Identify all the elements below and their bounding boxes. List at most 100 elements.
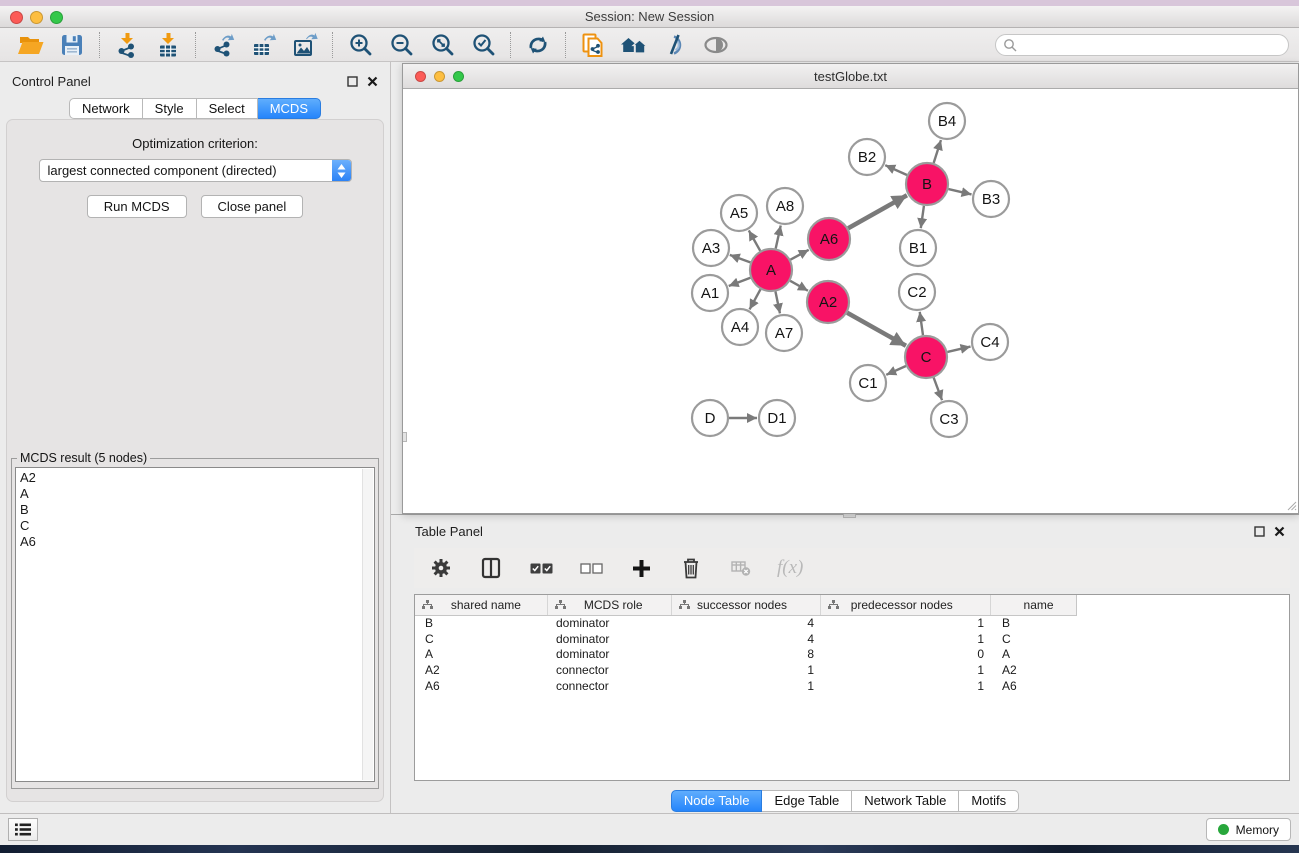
close-panel-icon[interactable]: [1274, 526, 1285, 537]
graph-edge-A-A4[interactable]: [750, 289, 761, 309]
save-session-button[interactable]: [58, 31, 86, 59]
run-mcds-button[interactable]: Run MCDS: [87, 195, 187, 218]
graph-node-B1[interactable]: B1: [900, 230, 936, 266]
column-header-mcds-role[interactable]: MCDS role: [548, 595, 672, 615]
import-table-button[interactable]: [154, 31, 182, 59]
graph-node-B2[interactable]: B2: [849, 139, 885, 175]
zoom-in-button[interactable]: [346, 31, 374, 59]
float-panel-icon[interactable]: [1254, 526, 1265, 537]
table-row[interactable]: Adominator80A: [415, 647, 1289, 663]
graph-node-C3[interactable]: C3: [931, 401, 967, 437]
graph-node-A6[interactable]: A6: [808, 218, 850, 260]
zoom-out-button[interactable]: [387, 31, 415, 59]
tab-style[interactable]: Style: [143, 98, 197, 119]
graph-node-C4[interactable]: C4: [972, 324, 1008, 360]
function-builder-button[interactable]: f(x): [777, 557, 803, 579]
result-item[interactable]: C: [16, 518, 374, 534]
networks-home-button[interactable]: [620, 31, 648, 59]
result-item[interactable]: A: [16, 486, 374, 502]
table-row[interactable]: Cdominator41C: [415, 632, 1289, 648]
graph-node-A2[interactable]: A2: [807, 281, 849, 323]
graph-edge-B-B4[interactable]: [934, 140, 941, 163]
column-header-successor-nodes[interactable]: successor nodes: [672, 595, 822, 615]
graph-edge-A6-B[interactable]: [848, 195, 907, 228]
graph-edge-A-A5[interactable]: [749, 230, 760, 250]
zoom-fit-button[interactable]: [428, 31, 456, 59]
result-item[interactable]: B: [16, 502, 374, 518]
graph-node-D1[interactable]: D1: [759, 400, 795, 436]
tab-node-table[interactable]: Node Table: [671, 790, 763, 812]
task-history-button[interactable]: [8, 818, 38, 841]
close-panel-button[interactable]: Close panel: [201, 195, 304, 218]
graph-edge-C-C1[interactable]: [886, 366, 906, 375]
search-field[interactable]: [995, 34, 1289, 56]
result-list-scrollbar[interactable]: [362, 469, 373, 780]
hide-graphics-details-button[interactable]: [661, 31, 689, 59]
export-network-button[interactable]: [209, 31, 237, 59]
memory-button[interactable]: Memory: [1206, 818, 1291, 841]
search-input[interactable]: [1017, 36, 1288, 54]
zoom-selected-button[interactable]: [469, 31, 497, 59]
split-columns-button[interactable]: [477, 554, 505, 582]
float-panel-icon[interactable]: [347, 76, 358, 87]
show-columns-button[interactable]: [527, 554, 555, 582]
graph-node-B3[interactable]: B3: [973, 181, 1009, 217]
graph-edge-C-C2[interactable]: [920, 312, 923, 335]
window-edge-grip[interactable]: [403, 432, 407, 442]
graph-node-C2[interactable]: C2: [899, 274, 935, 310]
tab-mcds[interactable]: MCDS: [258, 98, 321, 119]
tab-select[interactable]: Select: [197, 98, 258, 119]
graph-edge-A-A3[interactable]: [730, 255, 751, 263]
tab-motifs[interactable]: Motifs: [959, 790, 1019, 812]
network-canvas[interactable]: A A1 A2 A3 A4 A5 A6 A7 A8 B B1 B2 B3 B4 C C1 C2 C3 C4 D D1: [403, 89, 1298, 512]
graph-edge-A-A7[interactable]: [775, 292, 780, 314]
graph-node-C[interactable]: C: [905, 336, 947, 378]
open-session-button[interactable]: [17, 31, 45, 59]
maximize-window-button[interactable]: [50, 11, 63, 24]
network-graph[interactable]: A A1 A2 A3 A4 A5 A6 A7 A8 B B1 B2 B3 B4 C C1 C2 C3 C4 D D1: [403, 89, 1297, 512]
graph-node-D[interactable]: D: [692, 400, 728, 436]
tab-network-table[interactable]: Network Table: [852, 790, 959, 812]
close-panel-icon[interactable]: [367, 76, 378, 87]
graph-edge-A-A6[interactable]: [790, 250, 808, 260]
graph-node-A8[interactable]: A8: [767, 188, 803, 224]
graph-node-A4[interactable]: A4: [722, 309, 758, 345]
graph-edge-A2-C[interactable]: [847, 313, 906, 346]
close-network-window-button[interactable]: [415, 71, 426, 82]
maximize-network-window-button[interactable]: [453, 71, 464, 82]
show-graphics-details-button[interactable]: [702, 31, 730, 59]
graph-node-A3[interactable]: A3: [693, 230, 729, 266]
graph-edge-B-B3[interactable]: [948, 189, 971, 194]
import-network-button[interactable]: [113, 31, 141, 59]
clone-network-button[interactable]: [579, 31, 607, 59]
table-row[interactable]: Bdominator41B: [415, 616, 1289, 632]
graph-node-A5[interactable]: A5: [721, 195, 757, 231]
graph-edge-B-B2[interactable]: [885, 165, 907, 175]
graph-node-A[interactable]: A: [750, 249, 792, 291]
refresh-layout-button[interactable]: [524, 31, 552, 59]
graph-node-A1[interactable]: A1: [692, 275, 728, 311]
column-header-shared-name[interactable]: shared name: [415, 595, 548, 615]
graph-node-B4[interactable]: B4: [929, 103, 965, 139]
result-item[interactable]: A2: [16, 470, 374, 486]
graph-node-C1[interactable]: C1: [850, 365, 886, 401]
tab-edge-table[interactable]: Edge Table: [762, 790, 852, 812]
criterion-dropdown[interactable]: largest connected component (directed): [39, 159, 352, 182]
table-settings-button[interactable]: [427, 554, 455, 582]
export-table-button[interactable]: [250, 31, 278, 59]
graph-node-B[interactable]: B: [906, 163, 948, 205]
tab-network[interactable]: Network: [69, 98, 143, 119]
table-row[interactable]: A6connector11A6: [415, 679, 1289, 695]
table-row[interactable]: A2connector11A2: [415, 663, 1289, 679]
minimize-window-button[interactable]: [30, 11, 43, 24]
delete-table-button[interactable]: [727, 554, 755, 582]
graph-node-A7[interactable]: A7: [766, 315, 802, 351]
graph-edge-C-C3[interactable]: [934, 378, 942, 401]
hide-columns-button[interactable]: [577, 554, 605, 582]
window-resize-grip[interactable]: [1284, 498, 1297, 511]
column-header-name[interactable]: name: [991, 595, 1076, 615]
close-window-button[interactable]: [10, 11, 23, 24]
graph-edge-B-B1[interactable]: [921, 206, 924, 228]
column-header-predecessor-nodes[interactable]: predecessor nodes: [821, 595, 991, 615]
export-image-button[interactable]: [291, 31, 319, 59]
